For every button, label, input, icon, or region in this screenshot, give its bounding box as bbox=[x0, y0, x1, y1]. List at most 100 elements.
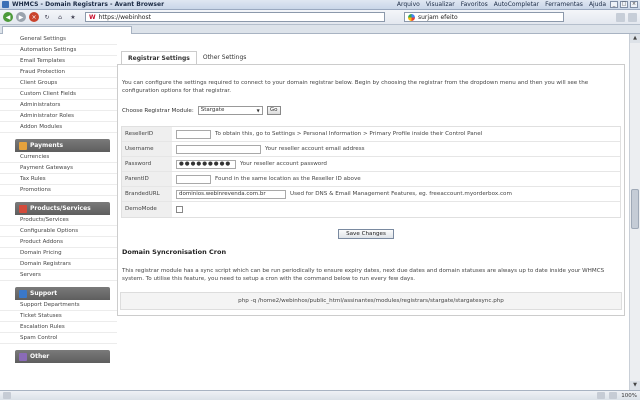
form-row-demomode: DemoMode bbox=[122, 202, 620, 217]
form-row-username: Username Your reseller account email add… bbox=[122, 142, 620, 157]
sidebar-item-currencies[interactable]: Currencies bbox=[0, 152, 117, 163]
demomode-checkbox[interactable] bbox=[176, 206, 183, 213]
sidebar-item-email-templates[interactable]: Email Templates bbox=[0, 56, 117, 67]
settings-tabs: Registrar Settings Other Settings bbox=[121, 51, 252, 65]
sidebar-item-custom-client-fields[interactable]: Custom Client Fields bbox=[0, 89, 117, 100]
resellerid-help: To obtain this, go to Settings > Persona… bbox=[215, 131, 483, 137]
window-title: WHMCS - Domain Registrars - Avant Browse… bbox=[12, 1, 165, 8]
stop-icon[interactable]: × bbox=[29, 12, 39, 22]
scroll-thumb[interactable] bbox=[631, 189, 639, 229]
sidebar-item-client-groups[interactable]: Client Groups bbox=[0, 78, 117, 89]
sidebar-item-domain-pricing[interactable]: Domain Pricing bbox=[0, 248, 117, 259]
sidebar-item-products-services[interactable]: Products/Services bbox=[0, 215, 117, 226]
sidebar-item-domain-registrars[interactable]: Domain Registrars bbox=[0, 259, 117, 270]
window-controls: _ □ × bbox=[610, 1, 640, 8]
sidebar-item-escalation-rules[interactable]: Escalation Rules bbox=[0, 322, 117, 333]
tab-other-settings[interactable]: Other Settings bbox=[197, 51, 253, 65]
google-icon bbox=[408, 13, 415, 21]
payments-header: Payments bbox=[15, 139, 110, 152]
sidebar-item-tax-rules[interactable]: Tax Rules bbox=[0, 174, 117, 185]
go-button[interactable]: Go bbox=[266, 106, 281, 115]
minimize-button[interactable]: _ bbox=[610, 1, 618, 8]
products-header-label: Products/Services bbox=[30, 205, 91, 212]
registrar-form: ResellerID To obtain this, go to Setting… bbox=[121, 126, 621, 218]
sidebar-item-payment-gateways[interactable]: Payment Gateways bbox=[0, 163, 117, 174]
search-box[interactable]: surjam efeito bbox=[404, 12, 564, 22]
form-row-password: Password ●●●●●●●●● Your reseller account… bbox=[122, 157, 620, 172]
sidebar-item-ticket-statuses[interactable]: Ticket Statuses bbox=[0, 311, 117, 322]
other-header-label: Other bbox=[30, 353, 50, 360]
tab-strip bbox=[0, 25, 640, 34]
sidebar-item-automation-settings[interactable]: Automation Settings bbox=[0, 45, 117, 56]
back-icon[interactable]: ◀ bbox=[3, 12, 13, 22]
address-bar[interactable]: W https://webinhost bbox=[85, 12, 385, 22]
products-header: Products/Services bbox=[15, 202, 110, 215]
scroll-up-icon[interactable]: ▲ bbox=[630, 34, 640, 43]
favorites-icon[interactable]: ★ bbox=[68, 12, 78, 22]
sidebar-item-general-settings[interactable]: General Settings bbox=[0, 34, 117, 45]
intro-text: You can configure the settings required … bbox=[122, 80, 589, 94]
tab-registrar-settings[interactable]: Registrar Settings bbox=[121, 51, 197, 65]
parentid-label: ParentID bbox=[122, 172, 172, 186]
settings-icon[interactable] bbox=[628, 12, 637, 22]
support-header-label: Support bbox=[30, 290, 58, 297]
resellerid-input[interactable] bbox=[176, 129, 211, 139]
forward-icon[interactable]: ▶ bbox=[16, 12, 26, 22]
payments-header-label: Payments bbox=[30, 142, 64, 149]
form-row-brandedurl: BrandedURL dominios.webinrevenda.com.br … bbox=[122, 187, 620, 202]
menu-ferramentas[interactable]: Ferramentas bbox=[545, 1, 583, 8]
home-icon[interactable]: ⌂ bbox=[55, 12, 65, 22]
parentid-help: Found in the same location as the Resell… bbox=[215, 176, 361, 182]
browser-app-icon bbox=[2, 1, 9, 8]
browser-toolbar: ◀ ▶ × ↻ ⌂ ★ W https://webinhost surjam e… bbox=[0, 10, 640, 25]
sidebar-item-addon-modules[interactable]: Addon Modules bbox=[0, 122, 117, 133]
sync-description: This registrar module has a sync script … bbox=[122, 268, 605, 282]
main-content: Registrar Settings Other Settings You ca… bbox=[117, 34, 629, 390]
status-left-icon bbox=[3, 392, 11, 399]
maximize-button[interactable]: □ bbox=[620, 1, 628, 8]
browser-tab[interactable] bbox=[2, 26, 132, 34]
toolbar-right-icons bbox=[616, 12, 637, 22]
sidebar-item-promotions[interactable]: Promotions bbox=[0, 185, 117, 196]
parentid-input[interactable] bbox=[176, 174, 211, 184]
brandedurl-input[interactable]: dominios.webinrevenda.com.br bbox=[176, 189, 286, 199]
brandedurl-label: BrandedURL bbox=[122, 187, 172, 201]
status-icon-1[interactable] bbox=[597, 392, 606, 399]
sidebar-item-product-addons[interactable]: Product Addons bbox=[0, 237, 117, 248]
password-input[interactable]: ●●●●●●●●● bbox=[176, 159, 236, 169]
vertical-scrollbar[interactable]: ▲ ▼ bbox=[629, 34, 640, 390]
sidebar-item-servers[interactable]: Servers bbox=[0, 270, 117, 281]
scroll-down-icon[interactable]: ▼ bbox=[630, 381, 640, 390]
resellerid-label: ResellerID bbox=[122, 127, 172, 141]
sidebar-item-administrators[interactable]: Administrators bbox=[0, 100, 117, 111]
sidebar-item-spam-control[interactable]: Spam Control bbox=[0, 333, 117, 344]
menu-ajuda[interactable]: Ajuda bbox=[589, 1, 606, 8]
form-row-parentid: ParentID Found in the same location as t… bbox=[122, 172, 620, 187]
save-changes-button[interactable]: Save Changes bbox=[338, 229, 394, 239]
sidebar-item-configurable-options[interactable]: Configurable Options bbox=[0, 226, 117, 237]
zoom-level[interactable]: 100% bbox=[621, 393, 637, 399]
sidebar-item-fraud-protection[interactable]: Fraud Protection bbox=[0, 67, 117, 78]
menu-favoritos[interactable]: Favoritos bbox=[461, 1, 488, 8]
other-icon bbox=[19, 352, 27, 361]
status-bar: 100% bbox=[0, 390, 640, 400]
form-row-resellerid: ResellerID To obtain this, go to Setting… bbox=[122, 127, 620, 142]
username-help: Your reseller account email address bbox=[265, 146, 365, 152]
title-bar: WHMCS - Domain Registrars - Avant Browse… bbox=[0, 0, 640, 10]
username-label: Username bbox=[122, 142, 172, 156]
choose-registrar-label: Choose Registrar Module: bbox=[122, 107, 194, 114]
menu-autocompletar[interactable]: AutoCompletar bbox=[494, 1, 539, 8]
password-label: Password bbox=[122, 157, 172, 171]
refresh-icon[interactable]: ↻ bbox=[42, 12, 52, 22]
status-icon-2[interactable] bbox=[609, 392, 618, 399]
menu-arquivo[interactable]: Arquivo bbox=[397, 1, 420, 8]
sidebar-item-administrator-roles[interactable]: Administrator Roles bbox=[0, 111, 117, 122]
tools-icon[interactable] bbox=[616, 12, 625, 22]
registrar-select[interactable]: Stargate bbox=[197, 106, 263, 115]
sync-title: Domain Syncronisation Cron bbox=[122, 248, 227, 256]
menu-visualizar[interactable]: Visualizar bbox=[426, 1, 455, 8]
username-input[interactable] bbox=[176, 144, 261, 154]
address-text: https://webinhost bbox=[98, 13, 151, 21]
close-button[interactable]: × bbox=[630, 1, 638, 8]
sidebar-item-support-departments[interactable]: Support Departments bbox=[0, 300, 117, 311]
